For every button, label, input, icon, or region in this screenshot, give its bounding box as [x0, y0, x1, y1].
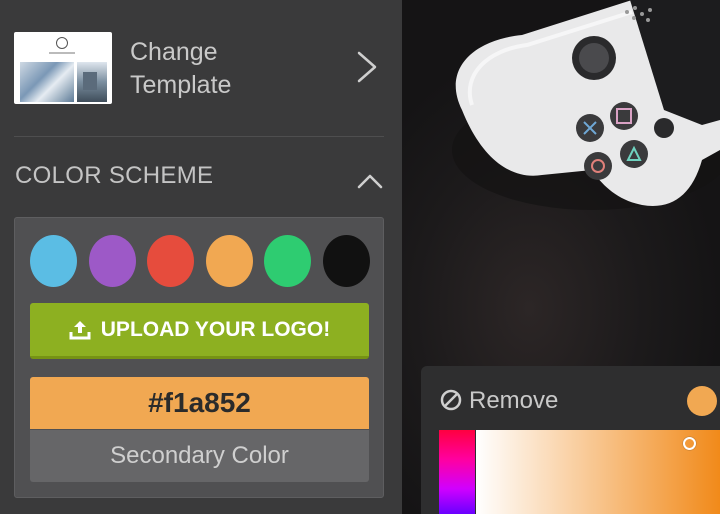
sidebar: Change Template COLOR SCHEME UPLOAD YOUR… [0, 0, 402, 514]
color-scheme-panel: UPLOAD YOUR LOGO! Secondary Color [14, 217, 384, 498]
thumbnail-photo-left [20, 62, 74, 102]
upload-logo-button[interactable]: UPLOAD YOUR LOGO! [30, 303, 369, 359]
hue-slider[interactable] [439, 430, 475, 514]
change-template-label: Change Template [130, 38, 232, 99]
swatch-blue[interactable] [30, 235, 77, 287]
color-picker-popup: Remove [421, 366, 720, 514]
swatch-purple[interactable] [89, 235, 136, 287]
secondary-color-label: Secondary Color [30, 430, 369, 482]
remove-color-button[interactable]: Remove [469, 387, 558, 415]
thumbnail-logo [56, 37, 68, 49]
color-picker-handle[interactable] [683, 437, 696, 450]
thumbnail-text-line [49, 52, 75, 54]
color-swatches [30, 235, 372, 287]
thumbnail-photo-right [77, 62, 107, 102]
color-scheme-title: COLOR SCHEME [15, 162, 214, 189]
chevron-right-icon[interactable] [355, 50, 379, 84]
section-divider [14, 136, 384, 137]
template-thumbnail[interactable] [14, 32, 112, 104]
change-template-row[interactable]: Change Template [0, 0, 402, 136]
game-controller-image [452, 0, 720, 210]
swatch-black[interactable] [323, 235, 370, 287]
swatch-orange[interactable] [206, 235, 253, 287]
upload-icon [69, 320, 91, 339]
color-preview-dot [687, 386, 717, 416]
ban-icon[interactable] [440, 389, 462, 411]
swatch-red[interactable] [147, 235, 194, 287]
chevron-up-icon[interactable] [356, 172, 384, 190]
saturation-value-area[interactable] [476, 430, 720, 514]
color-hex-input[interactable] [30, 377, 369, 429]
swatch-green[interactable] [264, 235, 311, 287]
upload-logo-label: UPLOAD YOUR LOGO! [100, 317, 331, 341]
